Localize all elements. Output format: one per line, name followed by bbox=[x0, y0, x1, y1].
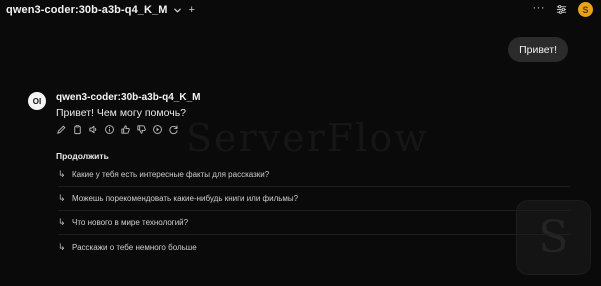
settings-sliders-icon[interactable] bbox=[556, 4, 567, 15]
thumbs-down-icon[interactable] bbox=[136, 124, 147, 135]
thumbs-up-icon[interactable] bbox=[120, 124, 131, 135]
more-options-icon[interactable]: ··· bbox=[533, 2, 546, 14]
continue-icon[interactable] bbox=[152, 124, 163, 135]
speaker-icon[interactable] bbox=[88, 124, 99, 135]
top-right-controls: ··· S bbox=[533, 2, 593, 17]
assistant-message-text: Привет! Чем могу помочь? bbox=[56, 107, 187, 119]
followup-suggestion[interactable]: ↳ Можешь порекомендовать какие-нибудь кн… bbox=[58, 187, 570, 211]
user-message-bubble: Привет! bbox=[508, 37, 568, 62]
regenerate-icon[interactable] bbox=[168, 124, 179, 135]
message-action-bar bbox=[56, 124, 179, 135]
assistant-logo-icon: OI bbox=[28, 92, 46, 110]
reply-arrow-icon: ↳ bbox=[58, 217, 66, 227]
followup-suggestion-text: Можешь порекомендовать какие-нибудь книг… bbox=[72, 194, 299, 203]
info-icon[interactable] bbox=[104, 124, 115, 135]
copy-icon[interactable] bbox=[72, 124, 83, 135]
reply-arrow-icon: ↳ bbox=[58, 193, 66, 203]
followup-suggestion[interactable]: ↳ Какие у тебя есть интересные факты для… bbox=[58, 163, 570, 187]
model-name: qwen3-coder:30b-a3b-q4_K_M bbox=[6, 4, 168, 16]
model-selector[interactable]: qwen3-coder:30b-a3b-q4_K_M bbox=[6, 4, 182, 16]
assistant-name: qwen3-coder:30b-a3b-q4_K_M bbox=[56, 92, 201, 103]
chat-window: qwen3-coder:30b-a3b-q4_K_M + ··· S Serve… bbox=[0, 0, 601, 286]
user-message-text: Привет! bbox=[519, 43, 557, 56]
edit-icon[interactable] bbox=[56, 124, 67, 135]
reply-arrow-icon: ↳ bbox=[58, 241, 66, 252]
followup-suggestion-text: Расскажи о тебе немного больше bbox=[72, 242, 197, 252]
top-bar: qwen3-coder:30b-a3b-q4_K_M + ··· S bbox=[0, 0, 601, 20]
followup-suggestion[interactable]: ↳ Расскажи о тебе немного больше bbox=[58, 235, 570, 259]
followup-suggestion-text: Какие у тебя есть интересные факты для р… bbox=[72, 170, 270, 179]
user-avatar[interactable]: S bbox=[578, 2, 593, 17]
reply-arrow-icon: ↳ bbox=[58, 169, 66, 179]
add-model-button[interactable]: + bbox=[189, 4, 195, 16]
chevron-down-icon bbox=[173, 6, 182, 15]
followup-suggestion[interactable]: ↳ Что нового в мире технологий? bbox=[58, 211, 570, 235]
followup-suggestions: ↳ Какие у тебя есть интересные факты для… bbox=[58, 163, 570, 259]
followups-title: Продолжить bbox=[56, 151, 109, 161]
watermark-text: ServerFlow bbox=[186, 116, 429, 160]
followup-suggestion-text: Что нового в мире технологий? bbox=[72, 218, 189, 227]
